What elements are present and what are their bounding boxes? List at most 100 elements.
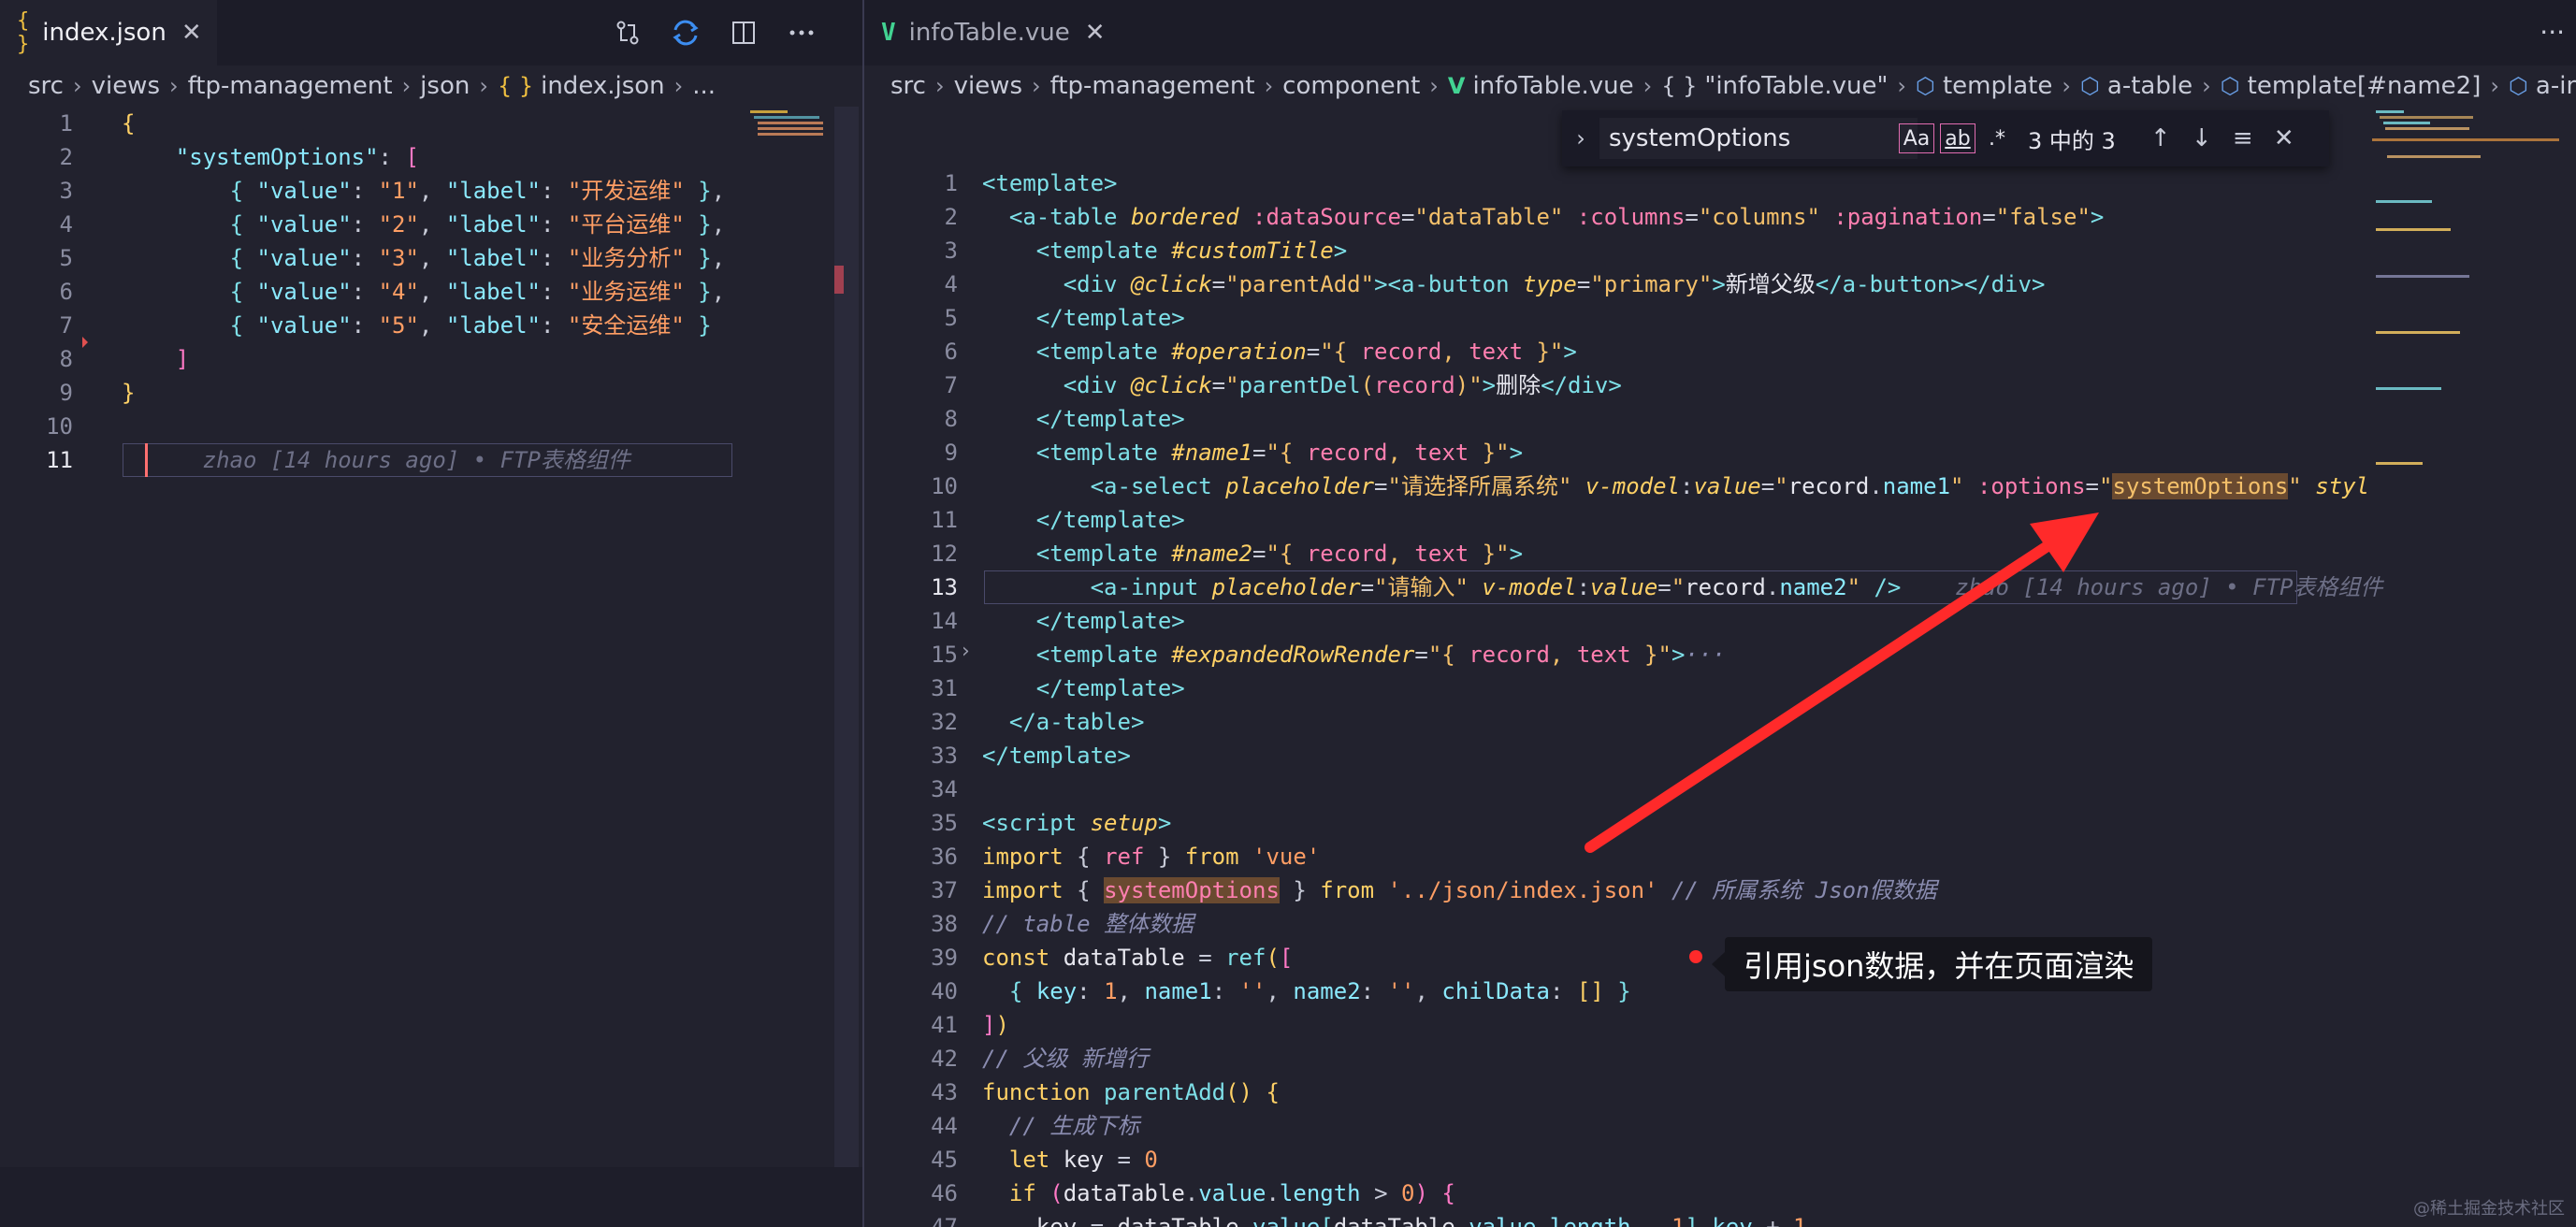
breadcrumb-item[interactable]: infoTable.vue — [1472, 72, 1633, 100]
code-line[interactable]: 2 "systemOptions": [ — [0, 140, 862, 174]
code-line[interactable]: 40 { key: 1, name1: '', name2: '', chilD… — [864, 974, 2576, 1008]
code-token: ) — [1414, 1180, 1442, 1206]
code-line[interactable]: 32 </a-table> — [864, 705, 2576, 739]
code-line[interactable]: 9 <template #name1="{ record, text }"> — [864, 436, 2576, 469]
tab-index-json[interactable]: { } index.json ✕ — [0, 0, 217, 65]
code-line[interactable]: 3 <template #customTitle> — [864, 234, 2576, 267]
line-number: 14 — [931, 608, 958, 634]
breadcrumb-item[interactable]: src — [28, 72, 64, 100]
code-token: "value" — [256, 211, 352, 238]
more-actions-icon[interactable] — [773, 0, 831, 65]
breadcrumb-item[interactable]: template[#name2] — [2248, 72, 2482, 100]
next-match-icon[interactable]: ↓ — [2181, 124, 2222, 152]
breadcrumb-item[interactable]: views — [954, 72, 1022, 100]
find-in-selection-icon[interactable]: ≡ — [2222, 124, 2264, 152]
split-editor-icon[interactable] — [715, 0, 773, 65]
code-text: { key: 1, name1: '', name2: '', chilData… — [982, 974, 1631, 1008]
code-line[interactable]: 33 </template> — [864, 739, 2576, 772]
toggle-replace-chevron-icon[interactable]: › — [1562, 125, 1599, 152]
minimap-line — [2376, 228, 2451, 231]
code-token: // 父级 新增行 — [982, 1046, 1149, 1072]
code-token: </a-table> — [1008, 709, 1145, 735]
breadcrumb-item[interactable]: ftp-management — [188, 72, 393, 100]
code-token: value — [1469, 1214, 1537, 1227]
code-line[interactable]: 46 if (dataTable.value.length > 0) { — [864, 1176, 2576, 1210]
close-icon[interactable]: ✕ — [1085, 19, 1106, 47]
code-line[interactable]: 41]) — [864, 1008, 2576, 1042]
code-line[interactable]: 1{ — [0, 107, 862, 140]
code-text: ] — [122, 342, 189, 376]
breadcrumb-item[interactable]: json — [420, 72, 470, 100]
code-line[interactable]: 12 <template #name2="{ record, text }"> — [864, 537, 2576, 570]
whole-word-toggle[interactable]: ab — [1940, 123, 1975, 153]
sync-icon[interactable] — [657, 0, 715, 65]
code-line[interactable]: 1 <template> — [864, 166, 2576, 200]
minimap-line — [2380, 116, 2473, 119]
close-find-icon[interactable]: ✕ — [2264, 124, 2305, 152]
code-line[interactable]: 5 </template> — [864, 301, 2576, 335]
code-line[interactable]: 6 { "value": "4", "label": "业务运维" }, — [0, 275, 862, 309]
code-line[interactable]: 3 { "value": "1", "label": "开发运维" }, — [0, 174, 862, 208]
code-line[interactable]: 7 { "value": "5", "label": "安全运维" } — [0, 309, 862, 342]
breadcrumb-item[interactable]: ... — [692, 72, 716, 100]
minimap[interactable] — [2372, 107, 2559, 499]
breadcrumb-item[interactable]: template — [1943, 72, 2052, 100]
code-line[interactable]: 36 import { ref } from 'vue' — [864, 840, 2576, 873]
close-icon[interactable]: ✕ — [181, 19, 202, 47]
previous-match-icon[interactable]: ↑ — [2140, 124, 2181, 152]
code-token: + — [1766, 1214, 1794, 1227]
breadcrumb-item[interactable]: a-input — [2536, 72, 2576, 100]
code-line[interactable]: 2 <a-table bordered :dataSource="dataTab… — [864, 200, 2576, 234]
code-line[interactable]: 43 function parentAdd() { — [864, 1075, 2576, 1109]
breadcrumb-item[interactable]: views — [92, 72, 160, 100]
code-line[interactable]: 15 <template #expandedRowRender="{ recor… — [864, 638, 2576, 671]
breadcrumb-item[interactable]: index.json — [541, 72, 665, 100]
code-line[interactable]: 34 — [864, 772, 2576, 806]
code-token: "{ — [1266, 440, 1307, 466]
code-editor-vue[interactable]: 1 <template> 2 <a-table bordered :dataSour… — [864, 166, 2576, 1227]
line-number: 8 — [59, 346, 73, 372]
breadcrumb-item[interactable]: a-table — [2107, 72, 2192, 100]
code-text: { "value": "1", "label": "开发运维" }, — [122, 174, 726, 208]
tab-infotable-vue[interactable]: V infoTable.vue ✕ — [864, 0, 1109, 65]
code-line[interactable]: 42 // 父级 新增行 — [864, 1042, 2576, 1075]
match-case-toggle[interactable]: Aa — [1899, 123, 1934, 153]
line-number: 46 — [931, 1180, 958, 1206]
breadcrumb-item[interactable]: src — [890, 72, 926, 100]
code-token: name2 — [1293, 978, 1361, 1004]
breadcrumb-item[interactable]: ftp-management — [1050, 72, 1255, 100]
code-line[interactable]: 37 import { systemOptions } from '../json… — [864, 873, 2576, 907]
code-line[interactable]: 4 { "value": "2", "label": "平台运维" }, — [0, 208, 862, 241]
code-line[interactable]: 6 <template #operation="{ record, text }… — [864, 335, 2576, 368]
more-actions-icon[interactable]: ··· — [2540, 17, 2565, 48]
breadcrumb-item[interactable]: "infoTable.vue" — [1704, 72, 1888, 100]
fold-chevron-icon[interactable]: › — [962, 640, 970, 663]
code-line[interactable]: 14 </template> — [864, 604, 2576, 638]
code-line[interactable]: 38 // table 整体数据 — [864, 907, 2576, 941]
code-line[interactable]: 31 </template> — [864, 671, 2576, 705]
code-line[interactable]: 7 <div @click="parentDel(record)">删除</di… — [864, 368, 2576, 402]
code-token: : — [351, 245, 379, 271]
git-compare-icon[interactable] — [599, 0, 657, 65]
breadcrumb-item[interactable]: component — [1282, 72, 1420, 100]
code-token: "请选择所属系统" — [1387, 473, 1585, 499]
minimap[interactable] — [741, 107, 825, 509]
code-line[interactable]: 4 <div @click="parentAdd"><a-button type… — [864, 267, 2576, 301]
code-line[interactable]: 8 </template> — [864, 402, 2576, 436]
code-line[interactable]: 47 key = dataTable.value[dataTable.value… — [864, 1210, 2576, 1227]
code-line[interactable]: 44 // 生成下标 — [864, 1109, 2576, 1143]
code-line[interactable]: 9} — [0, 376, 862, 410]
code-line[interactable]: 8 ] — [0, 342, 862, 376]
code-line[interactable]: 10 <a-select placeholder="请选择所属系统" v-mod… — [864, 469, 2576, 503]
code-token: #operation — [1171, 339, 1307, 365]
find-input[interactable]: systemOptions Aa ab .* — [1599, 118, 2005, 159]
code-editor-json[interactable]: 1{2 "systemOptions": [3 { "value": "1", … — [0, 107, 862, 1227]
code-line[interactable]: 5 { "value": "3", "label": "业务分析" }, — [0, 241, 862, 275]
code-line[interactable]: 45 let key = 0 — [864, 1143, 2576, 1176]
code-line[interactable]: 35 <script setup> — [864, 806, 2576, 840]
code-line[interactable]: 11 </template> — [864, 503, 2576, 537]
code-line[interactable]: 10 — [0, 410, 862, 443]
regex-toggle[interactable]: .* — [1981, 123, 2013, 153]
